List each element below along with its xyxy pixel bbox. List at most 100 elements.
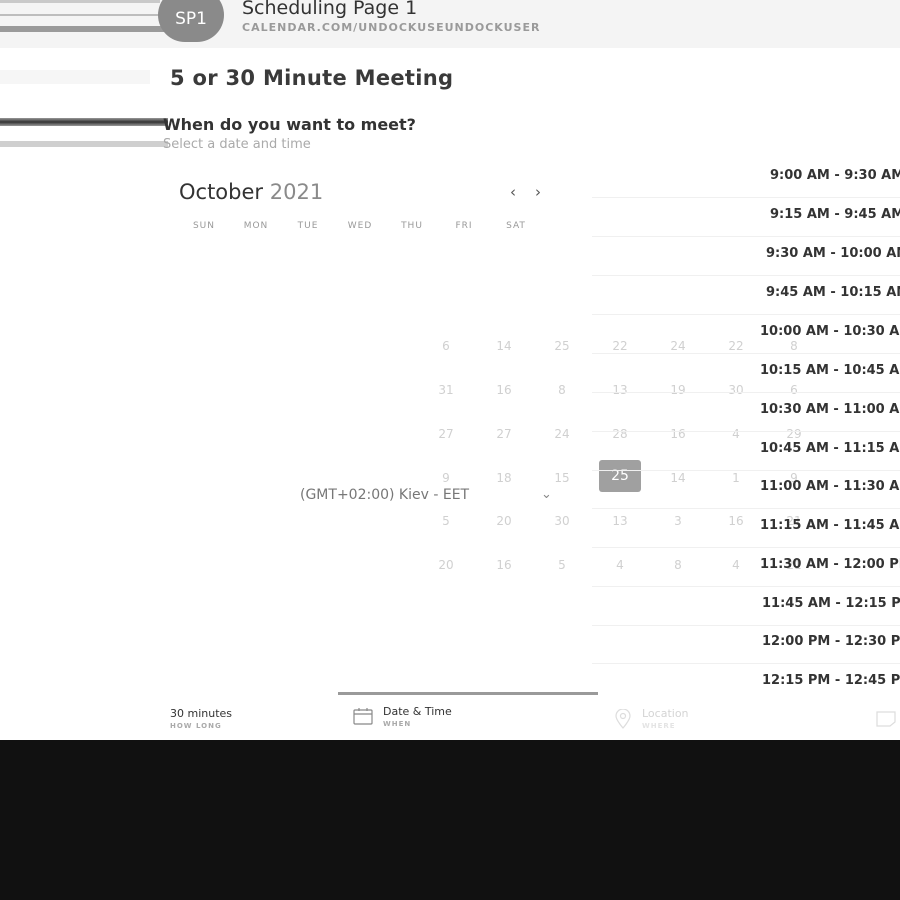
calendar-day[interactable]: 24: [658, 339, 698, 353]
calendar-day[interactable]: 30: [542, 514, 582, 528]
calendar-month: October: [179, 180, 264, 204]
location-label: Location: [642, 707, 689, 720]
location-pin-icon: [614, 708, 632, 733]
calendar-day[interactable]: 9: [426, 471, 466, 485]
calendar-day[interactable]: 5: [542, 558, 582, 572]
time-slot[interactable]: 9:00 AM - 9:30 AM: [770, 168, 900, 183]
weekday-sun: SUN: [192, 221, 216, 231]
weekday-wed: WED: [347, 221, 373, 231]
date-time-question: When do you want to meet?: [163, 115, 416, 134]
weekday-mon: MON: [243, 221, 269, 231]
step-footer: 30 minutes HOW LONG Date & Time WHEN Loc…: [0, 695, 900, 740]
divider: [592, 663, 900, 664]
calendar-day[interactable]: 22: [600, 339, 640, 353]
calendar-day[interactable]: 1: [716, 471, 756, 485]
divider: [592, 625, 900, 626]
prev-month-button[interactable]: ‹: [510, 183, 516, 201]
calendar-day[interactable]: 20: [484, 514, 524, 528]
calendar-day[interactable]: 3: [658, 514, 698, 528]
page-title: Scheduling Page 1: [242, 0, 418, 19]
calendar-day[interactable]: 8: [774, 339, 814, 353]
avatar: SP1: [158, 0, 224, 42]
time-slot[interactable]: 10:00 AM - 10:30 AM: [760, 324, 900, 339]
calendar-day[interactable]: 4: [716, 558, 756, 572]
divider: [592, 236, 900, 237]
time-slot[interactable]: 11:45 AM - 12:15 PM: [762, 596, 900, 611]
timezone-label: (GMT+02:00) Kiev - EET: [300, 487, 470, 503]
time-slot[interactable]: 11:00 AM - 11:30 AM: [760, 479, 900, 494]
weekday-sat: SAT: [506, 221, 526, 231]
weekday-thu: THU: [401, 221, 423, 231]
calendar-day[interactable]: 24: [542, 427, 582, 441]
time-slot[interactable]: 9:15 AM - 9:45 AM: [770, 207, 900, 222]
calendar-day[interactable]: 5: [426, 514, 466, 528]
date-time-sublabel: WHEN: [383, 720, 412, 728]
header-decor-bar: [0, 14, 160, 16]
weekday-tue: TUE: [297, 221, 319, 231]
calendar-day[interactable]: 6: [774, 383, 814, 397]
decor-bar: [0, 141, 168, 147]
page-header: SP1 Scheduling Page 1 CALENDAR.COM/UNDOC…: [0, 0, 900, 48]
time-slot[interactable]: 10:45 AM - 11:15 AM: [760, 441, 900, 456]
calendar-day[interactable]: 4: [600, 558, 640, 572]
date-time-label: Date & Time: [383, 705, 452, 718]
calendar-day[interactable]: 25: [542, 339, 582, 353]
calendar-day[interactable]: 14: [484, 339, 524, 353]
calendar-day[interactable]: 20: [426, 558, 466, 572]
calendar-day[interactable]: 30: [716, 383, 756, 397]
divider: [592, 197, 900, 198]
calendar-day[interactable]: 15: [542, 471, 582, 485]
divider: [592, 431, 900, 432]
calendar-day[interactable]: 14: [658, 471, 698, 485]
calendar-day[interactable]: 31: [426, 383, 466, 397]
calendar-day[interactable]: 16: [716, 514, 756, 528]
calendar-icon: [353, 707, 373, 729]
calendar-day[interactable]: 27: [484, 427, 524, 441]
decor-bar: [0, 70, 150, 84]
weekday-fri: FRI: [455, 221, 473, 231]
divider: [592, 353, 900, 354]
header-decor-bar: [0, 26, 170, 32]
chevron-down-icon: ⌄: [541, 487, 552, 502]
calendar-day[interactable]: 4: [716, 427, 756, 441]
date-time-subtitle: Select a date and time: [163, 137, 311, 152]
scheduling-app: SP1 Scheduling Page 1 CALENDAR.COM/UNDOC…: [0, 0, 900, 740]
header-decor-bar: [0, 0, 160, 3]
calendar-day[interactable]: 29: [774, 427, 814, 441]
divider: [592, 508, 900, 509]
calendar-day[interactable]: 8: [658, 558, 698, 572]
time-slot[interactable]: 9:45 AM - 10:15 AM: [766, 285, 900, 300]
time-slot[interactable]: 11:15 AM - 11:45 AM: [760, 518, 900, 533]
divider: [592, 275, 900, 276]
decor-bar: [0, 118, 168, 126]
time-slot[interactable]: 10:30 AM - 11:00 AM: [760, 402, 900, 417]
calendar-day[interactable]: 27: [426, 427, 466, 441]
calendar-day[interactable]: 19: [658, 383, 698, 397]
calendar-day[interactable]: 13: [600, 514, 640, 528]
duration-sublabel: HOW LONG: [170, 722, 222, 730]
page-url: CALENDAR.COM/UNDOCKUSEUNDOCKUSER: [242, 21, 541, 34]
calendar-day[interactable]: 18: [484, 471, 524, 485]
calendar-day-selected[interactable]: 25: [599, 460, 641, 492]
calendar-day[interactable]: 22: [716, 339, 756, 353]
divider: [592, 314, 900, 315]
divider: [592, 586, 900, 587]
calendar-day[interactable]: 6: [426, 339, 466, 353]
calendar-day[interactable]: 8: [542, 383, 582, 397]
duration-label: 30 minutes: [170, 707, 233, 720]
time-slot[interactable]: 11:30 AM - 12:00 PM: [760, 557, 900, 572]
dark-background-area: [0, 740, 900, 900]
note-icon[interactable]: [876, 711, 896, 731]
calendar-day[interactable]: 28: [600, 427, 640, 441]
calendar-day[interactable]: 16: [658, 427, 698, 441]
calendar-day[interactable]: 13: [600, 383, 640, 397]
next-month-button[interactable]: ›: [535, 183, 541, 201]
time-slot[interactable]: 10:15 AM - 10:45 AM: [760, 363, 900, 378]
calendar-day[interactable]: 16: [484, 558, 524, 572]
time-slot[interactable]: 9:30 AM - 10:00 AM: [766, 246, 900, 261]
time-slot[interactable]: 12:00 PM - 12:30 PM: [762, 634, 900, 649]
divider: [592, 470, 900, 471]
time-slot[interactable]: 12:15 PM - 12:45 PM: [762, 673, 900, 688]
calendar-day[interactable]: 16: [484, 383, 524, 397]
divider: [592, 547, 900, 548]
